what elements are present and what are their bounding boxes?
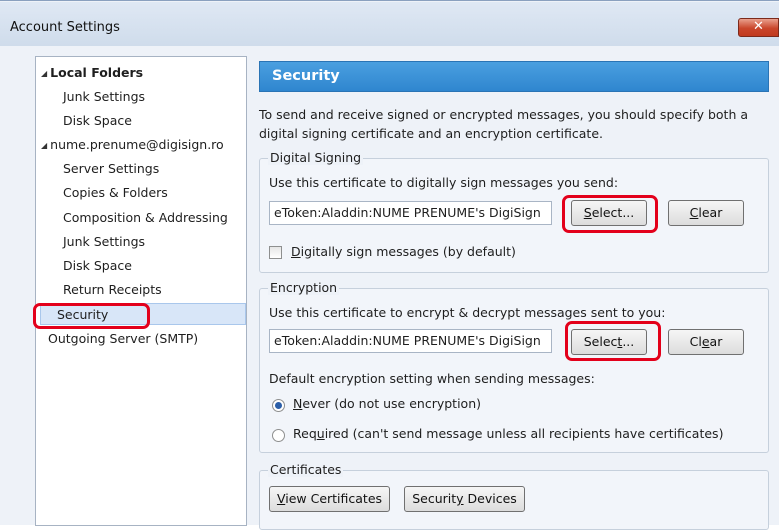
signing-select-highlight [562,195,658,233]
intro-line-1: To send and receive signed or encrypted … [259,107,749,122]
security-intro: To send and receive signed or encrypted … [259,105,769,143]
encryption-select-highlight [565,321,661,361]
window-title: Account Settings [10,20,120,35]
tree-item-junk-settings-local[interactable]: Junk Settings [63,86,145,108]
tree-account[interactable]: ◢ nume.prenume@digisign.ro [41,134,224,156]
sign-by-default-checkbox[interactable] [269,246,282,259]
triangle-expanded-icon: ◢ [41,141,48,150]
sign-by-default-label[interactable]: Digitally sign messages (by default) [291,244,516,259]
account-tree: ◢ Local Folders Junk Settings Disk Space … [35,56,247,526]
tree-item-server-settings[interactable]: Server Settings [63,158,159,180]
digital-signing-group: Digital Signing Use this certificate to … [259,150,769,273]
view-certificates-button[interactable]: View Certificates [269,486,390,512]
encryption-instruction: Use this certificate to encrypt & decryp… [269,305,666,320]
page-title: Security [272,68,340,84]
tree-local-folders[interactable]: ◢ Local Folders [41,62,143,84]
tree-item-disk-space[interactable]: Disk Space [63,255,132,277]
security-item-highlight [33,303,150,329]
certificates-title: Certificates [268,462,344,477]
never-radio-label[interactable]: Never (do not use encryption) [293,396,481,411]
account-settings-window: Account Settings ✕ ◢ Local Folders Junk S… [0,0,779,530]
never-radio[interactable] [272,399,285,412]
signing-instruction: Use this certificate to digitally sign m… [269,175,619,190]
signing-clear-button[interactable]: Clear [668,200,744,226]
tree-item-copies-folders[interactable]: Copies & Folders [63,182,168,204]
encryption-cert-field[interactable]: eToken:Aladdin:NUME PRENUME's DigiSign [269,329,552,353]
security-header: Security [259,61,769,92]
tree-item-junk-settings[interactable]: Junk Settings [63,231,145,253]
tree-item-composition[interactable]: Composition & Addressing [63,207,228,229]
tree-item-return-receipts[interactable]: Return Receipts [63,279,162,301]
tree-account-label: nume.prenume@digisign.ro [50,137,224,152]
triangle-expanded-icon: ◢ [41,69,48,78]
security-devices-button[interactable]: Security Devices [404,486,525,512]
signing-cert-field[interactable]: eToken:Aladdin:NUME PRENUME's DigiSign [269,201,552,225]
default-encryption-label: Default encryption setting when sending … [269,371,595,386]
tree-item-disk-space-local[interactable]: Disk Space [63,110,132,132]
required-radio-label[interactable]: Required (can't send message unless all … [293,426,723,441]
encryption-title: Encryption [268,280,340,295]
title-bar: Account Settings ✕ [0,2,779,46]
digital-signing-title: Digital Signing [268,150,364,165]
encryption-clear-button[interactable]: Clear [668,329,744,355]
intro-line-2: digital signing certificate and an encry… [259,126,603,141]
tree-item-outgoing-server[interactable]: Outgoing Server (SMTP) [48,328,198,350]
certificates-group: Certificates View Certificates Security … [259,462,769,530]
required-radio[interactable] [272,429,285,442]
tree-local-folders-label: Local Folders [50,65,144,80]
close-button[interactable]: ✕ [738,18,779,37]
close-icon: ✕ [753,19,764,34]
encryption-group: Encryption Use this certificate to encry… [259,280,769,453]
